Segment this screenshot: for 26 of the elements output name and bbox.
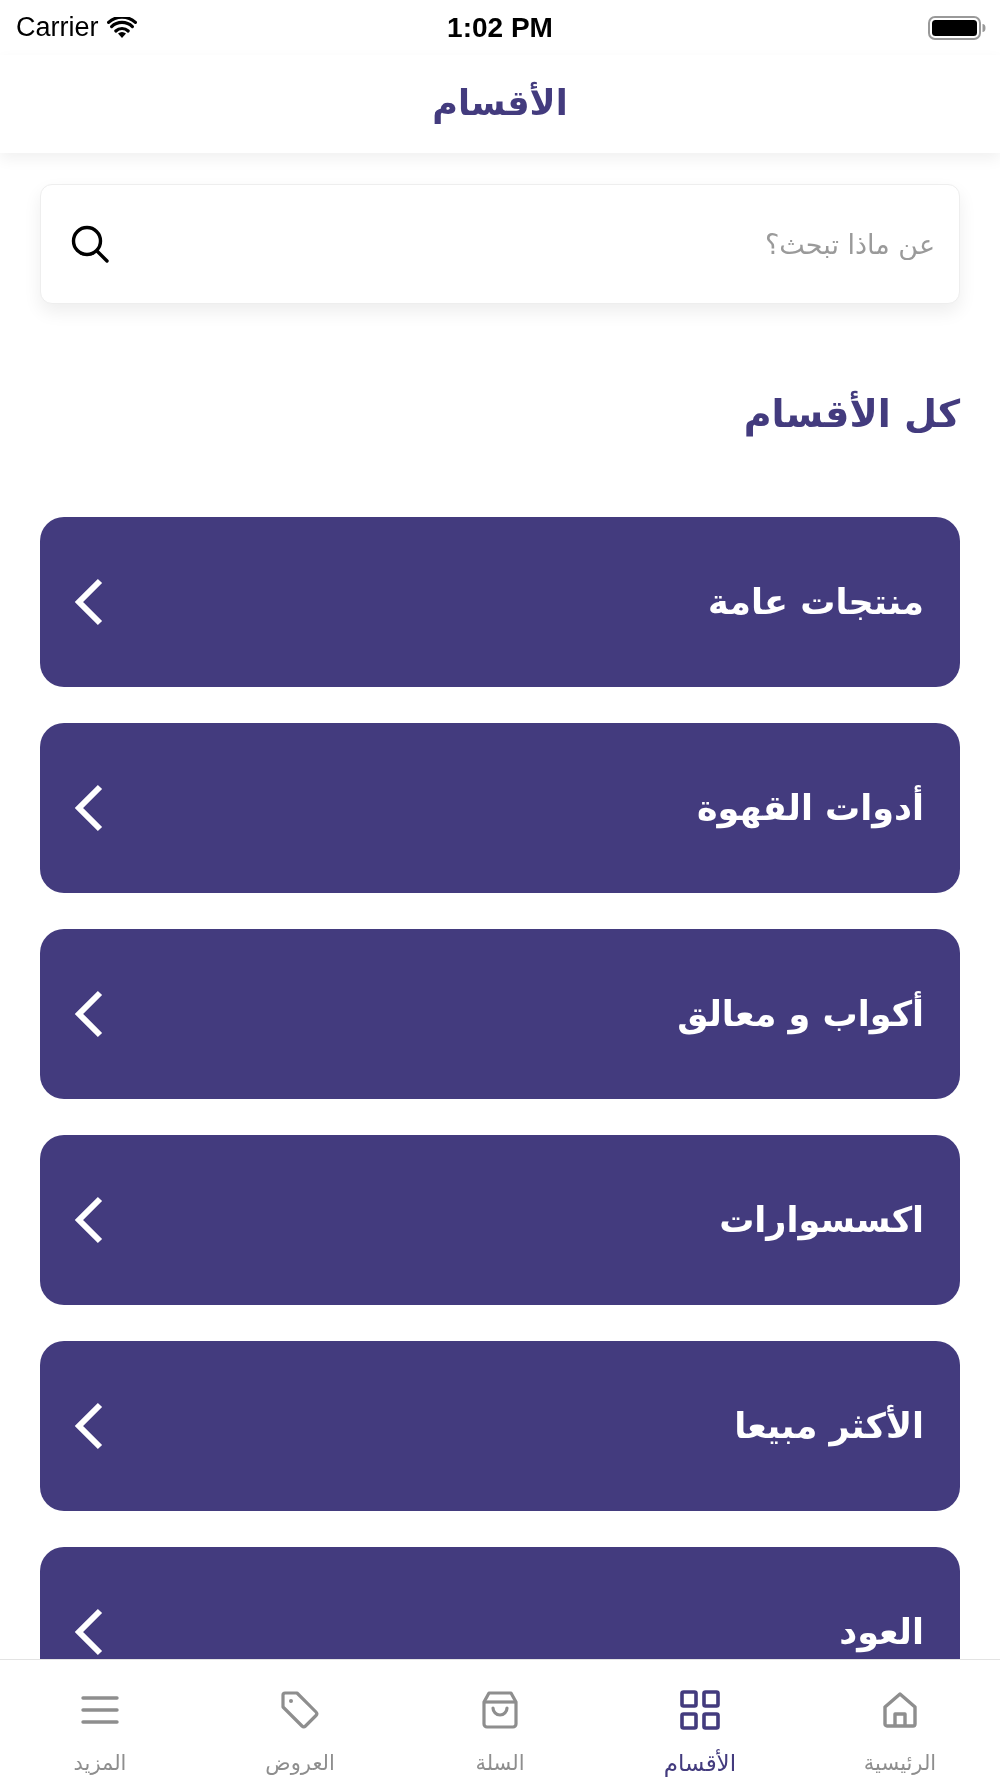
house-icon <box>880 1690 920 1730</box>
bag-icon <box>480 1690 520 1730</box>
category-button[interactable]: منتجات عامة <box>40 517 960 687</box>
search-icon[interactable] <box>70 224 110 264</box>
battery-icon <box>928 15 986 40</box>
chevron-icon <box>74 1402 104 1450</box>
category-button[interactable]: اكسسوارات <box>40 1135 960 1305</box>
grid-icon <box>680 1690 720 1730</box>
chevron-icon <box>74 578 104 626</box>
status-time: 1:02 PM <box>447 11 553 44</box>
chevron-icon <box>74 784 104 832</box>
page-title: الأقسام <box>432 81 568 126</box>
search-input[interactable]: عن ماذا تبحث؟ <box>126 228 935 260</box>
chevron-icon <box>74 1608 104 1656</box>
chevron-icon <box>74 990 104 1038</box>
section-heading: كل الأقسام <box>743 389 960 439</box>
search-bar[interactable]: عن ماذا تبحث؟ <box>40 184 960 304</box>
tag-icon <box>280 1690 320 1730</box>
chevron-icon <box>74 1196 104 1244</box>
category-button[interactable]: أدوات القهوة <box>40 723 960 893</box>
category-button[interactable]: الأكثر مبيعا <box>40 1341 960 1511</box>
carrier-name: Carrier <box>16 12 99 43</box>
category-button[interactable]: أكواب و معالق <box>40 929 960 1099</box>
wifi-icon <box>106 16 137 39</box>
tab-bar-item[interactable]: الأقسام <box>600 1660 800 1778</box>
category-button[interactable]: العود <box>40 1547 960 1659</box>
